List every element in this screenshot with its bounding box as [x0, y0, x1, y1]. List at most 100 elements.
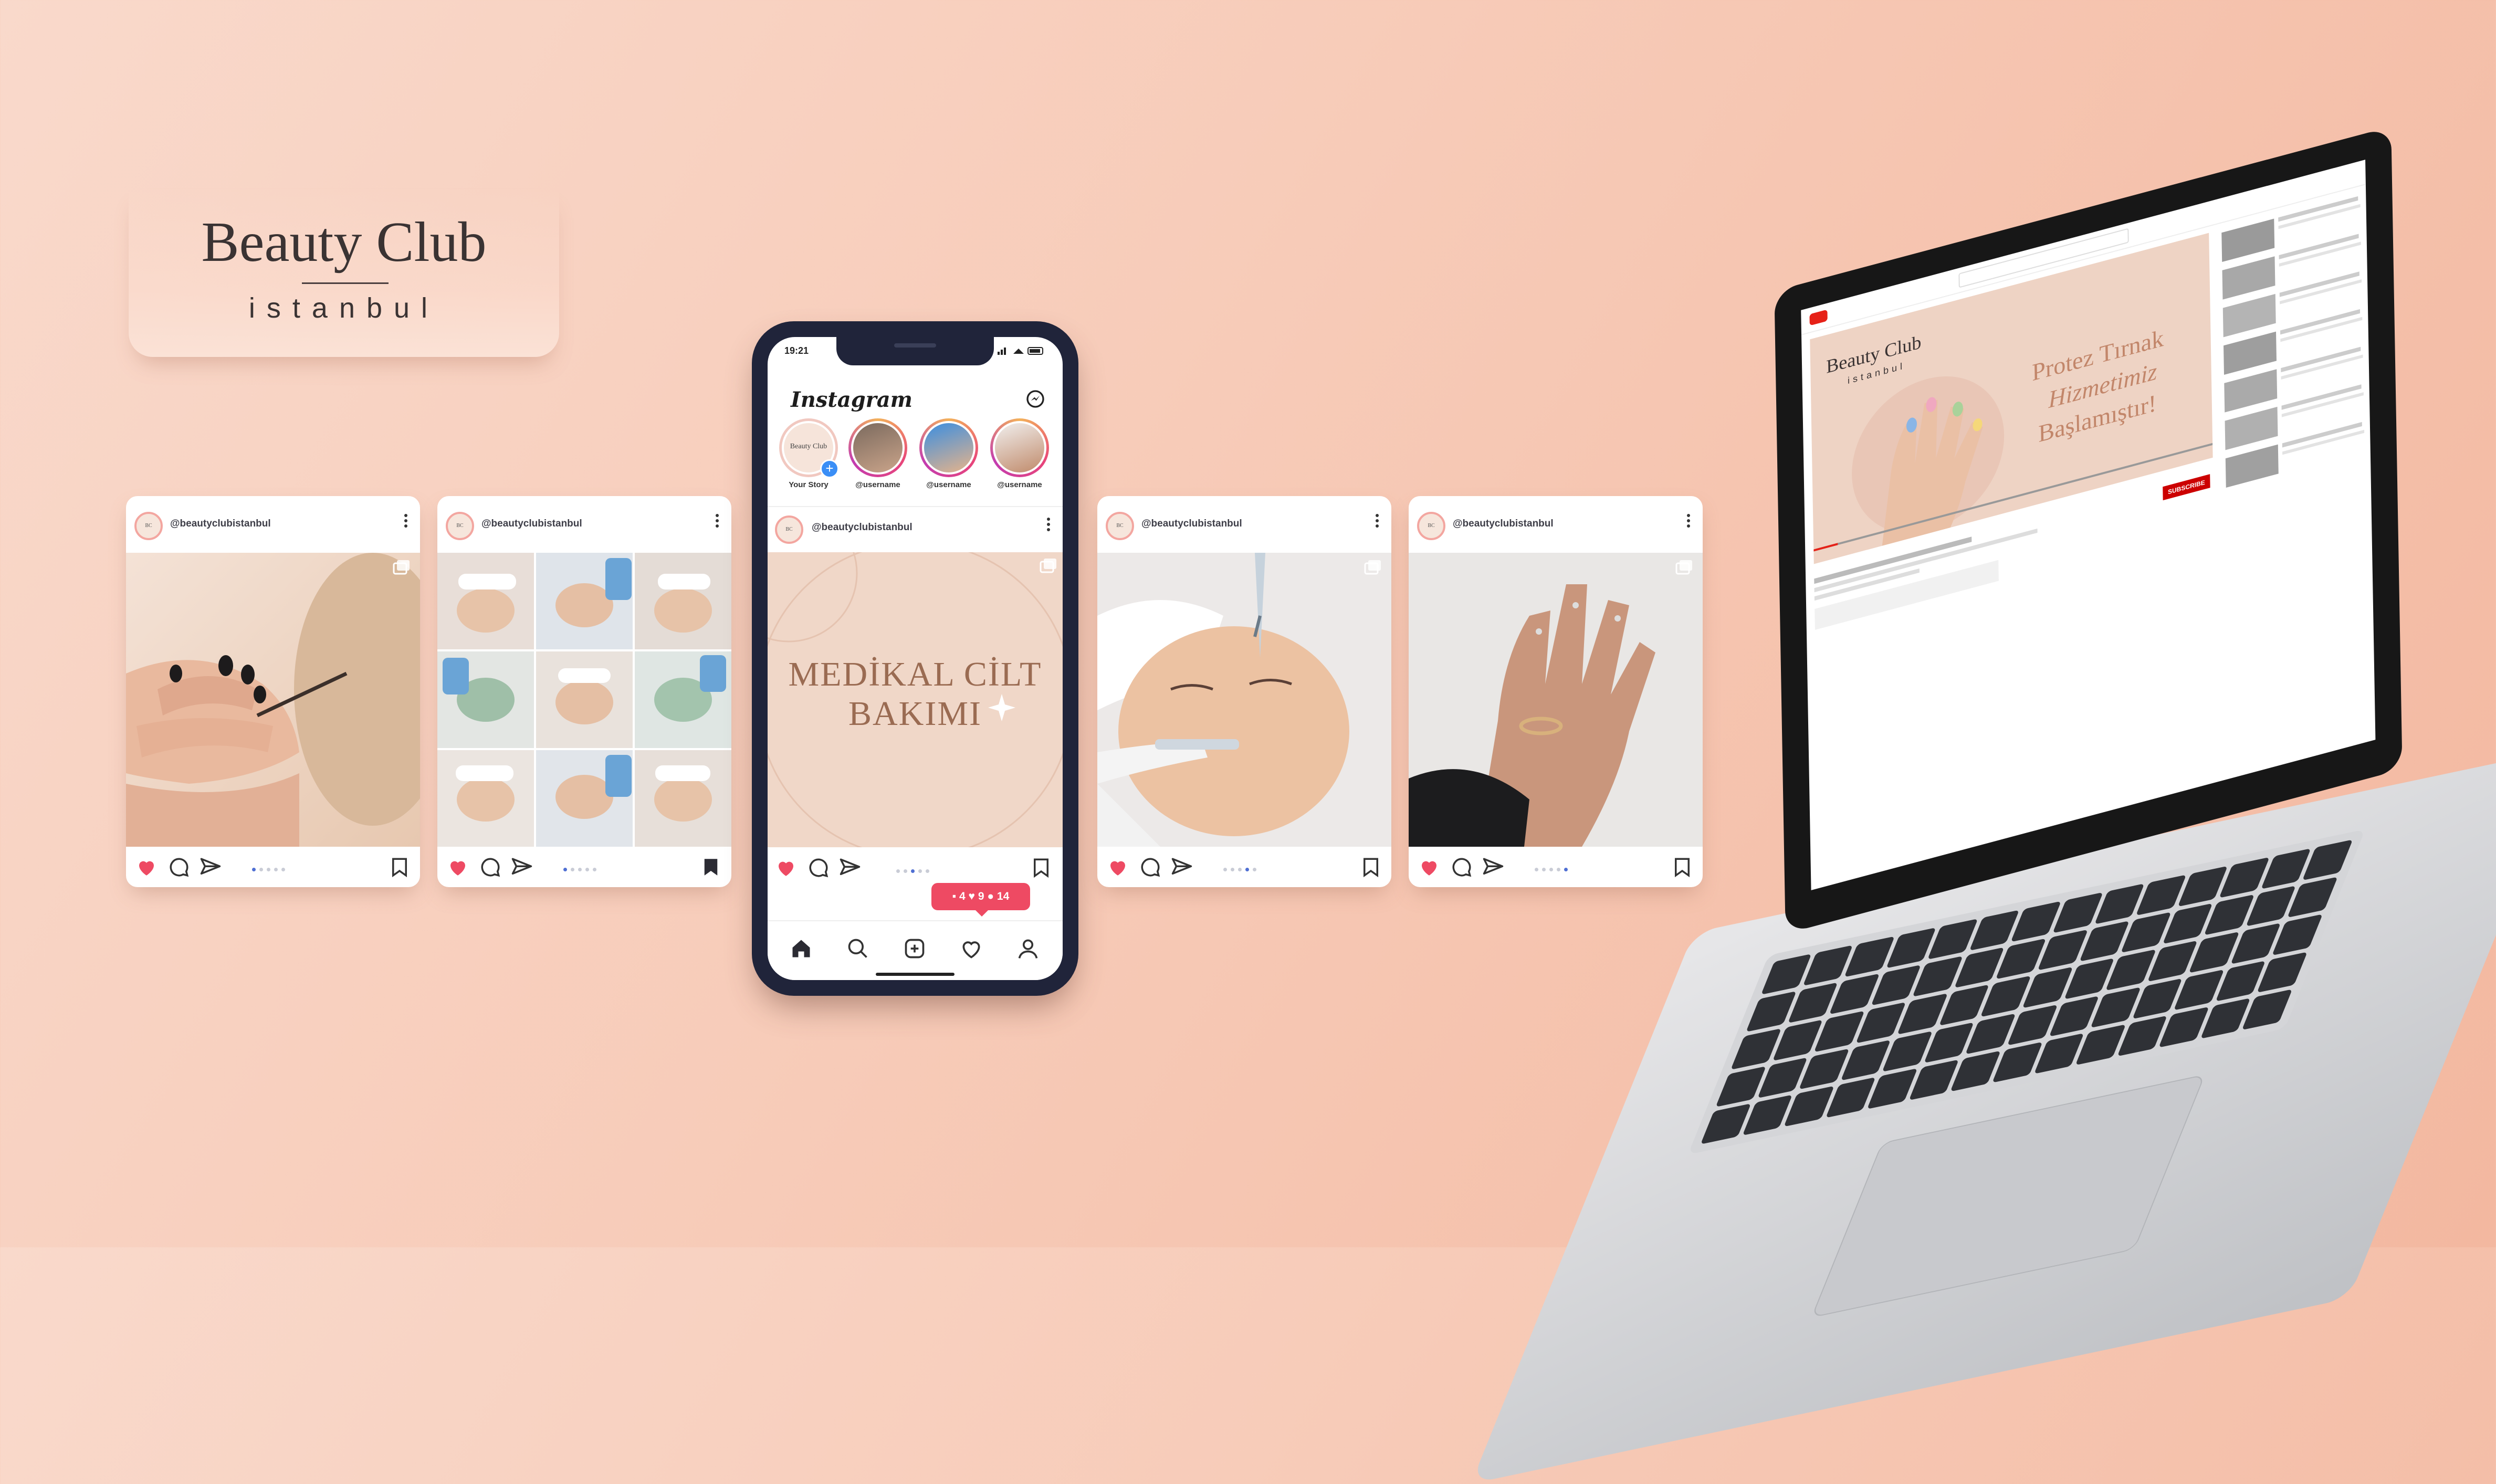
story-avatar — [853, 423, 903, 472]
like-heart-icon[interactable] — [135, 856, 158, 878]
add-post-icon[interactable] — [903, 937, 926, 960]
home-icon[interactable] — [790, 937, 813, 960]
post-actions — [1097, 847, 1391, 887]
brand-title: Beauty Club — [201, 211, 487, 273]
video-hand-image — [1852, 376, 2005, 546]
post-handle[interactable]: @beautyclubistanbul — [1453, 518, 1554, 530]
post-handle[interactable]: @beautyclubistanbul — [170, 518, 271, 530]
bookmark-filled-icon[interactable] — [700, 856, 722, 878]
share-icon[interactable] — [839, 857, 861, 879]
post-headline: BAKIMI — [848, 694, 982, 733]
post-handle[interactable]: @beautyclubistanbul — [1141, 518, 1242, 530]
instagram-logo: Instagram — [791, 387, 913, 412]
bottom-tab-bar — [768, 920, 1063, 980]
carousel-dots — [563, 865, 600, 871]
share-icon[interactable] — [1482, 856, 1504, 878]
post-header: BC @beautyclubistanbul — [126, 496, 420, 553]
video-logo-icon[interactable] — [1809, 309, 1828, 326]
divider — [768, 506, 1063, 507]
bookmark-icon[interactable] — [1030, 857, 1052, 879]
story-label: @username — [855, 480, 900, 489]
story-avatar — [924, 423, 973, 472]
post-image-medikal[interactable]: MEDİKAL CİLT BAKIMI — [768, 552, 1063, 847]
post-header: BC @beautyclubistanbul — [437, 496, 731, 553]
like-heart-icon[interactable] — [1107, 856, 1129, 878]
comment-icon[interactable] — [168, 856, 190, 878]
story-your-story[interactable]: Beauty Club + Your Story — [777, 418, 840, 500]
phone-notch — [836, 337, 994, 365]
home-indicator — [876, 973, 955, 976]
carousel-dots — [1535, 865, 1571, 871]
video-player[interactable]: Beauty Club istanbul Protez Tırnak Hizme… — [1810, 233, 2213, 564]
avatar[interactable]: BC — [446, 512, 474, 540]
like-count: 9 — [978, 890, 984, 902]
story-label: @username — [926, 480, 971, 489]
share-icon[interactable] — [200, 856, 222, 878]
post-image-facial-grid[interactable] — [437, 553, 731, 847]
follower-count-icon: ● — [987, 890, 994, 902]
post-handle[interactable]: @beautyclubistanbul — [481, 518, 582, 530]
video-page: Beauty Club istanbul Protez Tırnak Hizme… — [1801, 160, 2376, 890]
post-handle[interactable]: @beautyclubistanbul — [812, 522, 913, 533]
post-image-manicure[interactable] — [126, 553, 420, 847]
story-item[interactable]: @username — [988, 418, 1051, 500]
story-label: Your Story — [789, 480, 828, 489]
like-heart-icon[interactable] — [447, 856, 469, 878]
avatar[interactable]: BC — [1417, 512, 1445, 540]
post-card: BC @beautyclubistanbul — [1097, 496, 1391, 887]
phone-mockup: 19:21 Instagram Beauty Club + Your Story… — [752, 321, 1078, 996]
post-actions — [437, 847, 731, 887]
comment-icon[interactable] — [1451, 856, 1473, 878]
signal-wifi-battery-icon — [994, 345, 1047, 356]
comment-count-icon: ▪ — [952, 890, 957, 902]
brand-divider — [302, 282, 389, 284]
multiple-images-icon — [1040, 557, 1057, 573]
comment-icon[interactable] — [807, 857, 830, 879]
more-options-icon[interactable] — [714, 512, 721, 533]
comment-icon[interactable] — [1139, 856, 1161, 878]
more-options-icon[interactable] — [1373, 512, 1381, 533]
post-card: BC @beautyclubistanbul — [126, 496, 420, 887]
story-avatar — [995, 423, 1044, 472]
carousel-dots — [1223, 865, 1260, 871]
post-card: BC @beautyclubistanbul — [437, 496, 731, 887]
profile-icon[interactable] — [1016, 937, 1040, 960]
share-icon[interactable] — [1171, 856, 1193, 878]
related-videos-list — [2221, 193, 2365, 496]
story-item[interactable]: @username — [917, 418, 980, 500]
brand-card: Beauty Club istanbul — [129, 189, 559, 357]
more-options-icon[interactable] — [1045, 515, 1052, 536]
brand-subtitle: istanbul — [248, 292, 439, 324]
post-headline: MEDİKAL CİLT — [788, 655, 1042, 693]
more-options-icon[interactable] — [402, 512, 410, 533]
activity-notification-badge[interactable]: ▪ 4 ♥ 9 ● 14 — [931, 883, 1030, 917]
like-heart-icon[interactable] — [775, 857, 797, 879]
like-heart-icon[interactable] — [1418, 856, 1440, 878]
story-item[interactable]: @username — [846, 418, 909, 500]
comment-icon[interactable] — [479, 856, 501, 878]
multiple-images-icon — [393, 559, 411, 575]
avatar[interactable]: BC — [1106, 512, 1134, 540]
carousel-dots — [896, 866, 933, 873]
like-count-icon: ♥ — [968, 890, 976, 902]
carousel-dots — [252, 865, 289, 871]
share-icon[interactable] — [511, 856, 533, 878]
messenger-icon[interactable] — [1025, 388, 1046, 409]
search-icon[interactable] — [846, 937, 869, 960]
bookmark-icon[interactable] — [1360, 856, 1382, 878]
multiple-images-icon — [1364, 559, 1382, 575]
add-story-icon[interactable]: + — [820, 459, 839, 478]
avatar[interactable]: BC — [134, 512, 163, 540]
follower-count: 14 — [997, 890, 1010, 902]
activity-heart-icon[interactable] — [960, 937, 983, 960]
story-label: @username — [997, 480, 1042, 489]
subscribe-button[interactable]: SUBSCRIBE — [2163, 474, 2210, 501]
post-header: BC @beautyclubistanbul — [1097, 496, 1391, 553]
bookmark-icon[interactable] — [389, 856, 411, 878]
status-time: 19:21 — [784, 345, 809, 356]
avatar[interactable]: BC — [775, 515, 803, 544]
post-actions — [126, 847, 420, 887]
instagram-screen: 19:21 Instagram Beauty Club + Your Story… — [768, 337, 1063, 980]
post-image-skin-treatment[interactable] — [1097, 553, 1391, 847]
comment-count: 4 — [959, 890, 966, 902]
